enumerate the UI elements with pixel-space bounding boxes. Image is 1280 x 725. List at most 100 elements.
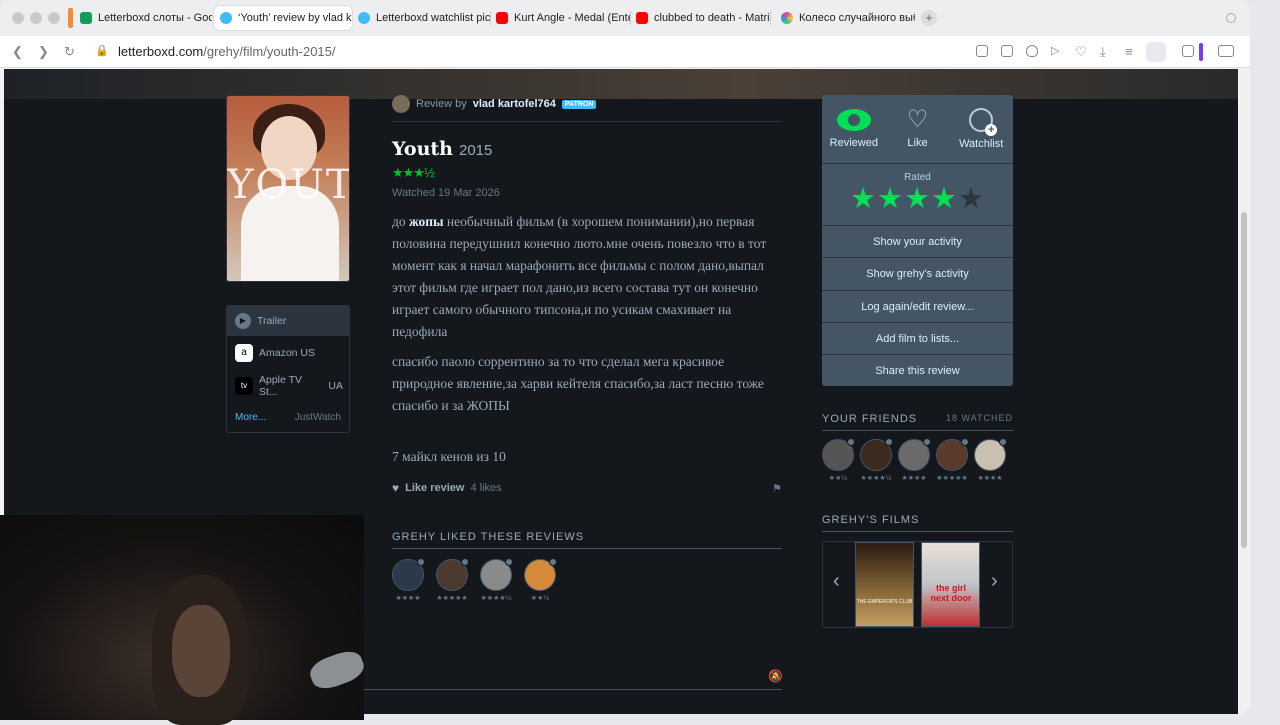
reviewed-button[interactable]: Reviewed	[822, 95, 886, 163]
likes-count[interactable]: 4 likes	[470, 482, 501, 494]
eye-icon	[836, 109, 871, 131]
avatar	[436, 558, 469, 591]
provider-amazon[interactable]: a Amazon US	[227, 336, 349, 369]
add-to-lists-link[interactable]: Add film to lists...	[822, 321, 1013, 354]
rated-label: Rated	[904, 172, 931, 183]
forward-icon[interactable]: ❯	[38, 44, 49, 60]
url-path: /grehy/film/youth-2015/	[203, 44, 336, 59]
where-to-watch-footer: More... JustWatch	[227, 402, 349, 432]
close-window-button[interactable]	[12, 12, 24, 24]
microphone-icon	[306, 646, 368, 694]
minimize-window-button[interactable]	[30, 12, 42, 24]
rating-stars: ★★★★★	[936, 475, 968, 482]
more-services-link[interactable]: More...	[235, 412, 266, 423]
tab-1-active[interactable]: ‘Youth’ review by vlad ka	[214, 6, 352, 30]
film-title[interactable]: Youth	[392, 138, 453, 160]
review-score: 7 майкл кенов из 10	[392, 449, 506, 464]
download-icon[interactable]: ⤓	[1100, 44, 1106, 60]
flag-icon[interactable]: ⚑	[772, 482, 782, 495]
review-byline: Review by vlad kartofel764 PATRON	[392, 95, 782, 122]
like-review-button[interactable]: Like review	[405, 482, 464, 494]
show-your-activity-link[interactable]: Show your activity	[822, 225, 1013, 257]
friend-item[interactable]: ★★★★½	[860, 438, 893, 482]
friend-item[interactable]: ★★★★★	[936, 438, 969, 482]
friends-count[interactable]: 18 WATCHED	[946, 413, 1013, 425]
liked-review-item[interactable]: ★★½	[524, 558, 557, 602]
watchlist-label: Watchlist	[959, 138, 1004, 150]
avatar[interactable]	[392, 95, 410, 113]
log-again-link[interactable]: Log again/edit review...	[822, 289, 1013, 322]
letterboxd-icon	[220, 12, 232, 24]
split-view-icon[interactable]	[1218, 45, 1234, 57]
url-field[interactable]: letterboxd.com/grehy/film/youth-2015/	[118, 44, 336, 59]
mute-icon[interactable]: 🔕	[768, 669, 783, 683]
play-icon[interactable]: ▷	[1051, 44, 1059, 57]
liked-review-item[interactable]: ★★★★★	[436, 558, 469, 602]
liked-review-item[interactable]: ★★★★½	[480, 558, 513, 602]
heart-icon[interactable]: ♥	[392, 481, 399, 495]
rating-stars-input[interactable]: ★★★★★	[822, 183, 1013, 215]
chevron-right-icon[interactable]: ›	[991, 570, 998, 593]
liked-reviews-heading: GREHY LIKED THESE REVIEWS	[392, 531, 782, 549]
review-column: Review by vlad kartofel764 PATRON Youth …	[392, 95, 782, 495]
shield-icon[interactable]	[1026, 45, 1038, 57]
patron-badge: PATRON	[561, 99, 597, 109]
new-tab-button[interactable]: +	[921, 10, 937, 26]
profile-icon[interactable]	[1146, 42, 1166, 62]
provider-name: Apple TV St...	[259, 373, 302, 398]
trailer-label: Trailer	[257, 315, 287, 327]
menu-icon[interactable]: ≡	[1125, 44, 1133, 59]
tab-4[interactable]: clubbed to death - Matri	[630, 6, 770, 30]
maximize-window-button[interactable]	[48, 12, 60, 24]
film-year[interactable]: 2015	[459, 142, 492, 159]
chevron-left-icon[interactable]: ‹	[833, 570, 840, 593]
sidebar-toggle-icon[interactable]	[1199, 43, 1203, 61]
poster-title: YOUTH	[227, 162, 349, 208]
rating-stars: ★★★★	[395, 595, 421, 602]
avatar	[822, 438, 855, 471]
provider-apple-tv[interactable]: tv Apple TV St... UA	[227, 369, 349, 402]
film-poster[interactable]: THE EMPEROR'S CLUB	[855, 542, 914, 627]
back-icon[interactable]: ❮	[12, 44, 23, 60]
scrollbar-thumb[interactable]	[1241, 212, 1247, 548]
tab-2[interactable]: Letterboxd watchlist pic	[352, 6, 490, 30]
avatar	[898, 438, 931, 471]
tab-0[interactable]: Letterboxd слоты - Goog	[74, 6, 212, 30]
film-poster[interactable]: YOUTH	[226, 95, 350, 282]
show-grehy-activity-link[interactable]: Show grehy’s activity	[822, 257, 1013, 289]
trailer-button[interactable]: ▶ Trailer	[227, 306, 349, 336]
avatar	[480, 558, 513, 591]
wheel-icon	[781, 12, 793, 24]
tab-3[interactable]: Kurt Angle - Medal (Ente	[490, 6, 630, 30]
watchlist-button[interactable]: Watchlist	[949, 95, 1013, 163]
share-review-link[interactable]: Share this review	[822, 354, 1013, 386]
justwatch-link[interactable]: JustWatch	[295, 412, 341, 423]
review-body: до жопы необычный фильм (в хорошем поним…	[392, 211, 782, 417]
tab-5[interactable]: Колесо случайного выб	[775, 6, 915, 30]
like-label: Like	[907, 137, 928, 149]
review-text: до	[392, 214, 409, 229]
extension-icon[interactable]	[1182, 45, 1194, 57]
tab-title: Letterboxd watchlist pic	[376, 12, 490, 24]
films-carousel: ‹ THE EMPEROR'S CLUB the girl next door …	[822, 541, 1013, 628]
film-heading: Youth 2015	[392, 138, 782, 160]
friend-item[interactable]: ★★★★	[974, 438, 1007, 482]
youtube-icon	[496, 12, 508, 24]
provider-region: UA	[328, 379, 343, 392]
film-poster[interactable]: the girl next door	[921, 542, 980, 627]
like-button[interactable]: ♡ Like	[886, 95, 950, 163]
friend-item[interactable]: ★★½	[822, 438, 855, 482]
friends-title[interactable]: YOUR FRIENDS	[822, 413, 917, 425]
edit-icon[interactable]	[976, 45, 988, 57]
url-host: letterboxd.com	[118, 44, 204, 59]
status-dot	[505, 558, 513, 566]
camera-icon[interactable]	[1001, 45, 1013, 57]
friend-item[interactable]: ★★★★	[898, 438, 931, 482]
avatar	[860, 438, 893, 471]
search-tabs-icon[interactable]	[1226, 13, 1236, 23]
heart-icon[interactable]: ♡	[1075, 44, 1087, 60]
author-link[interactable]: vlad kartofel764	[473, 98, 556, 110]
reload-icon[interactable]: ↻	[64, 44, 75, 60]
films-title[interactable]: GREHY’S FILMS	[822, 514, 919, 526]
liked-review-item[interactable]: ★★★★	[392, 558, 425, 602]
